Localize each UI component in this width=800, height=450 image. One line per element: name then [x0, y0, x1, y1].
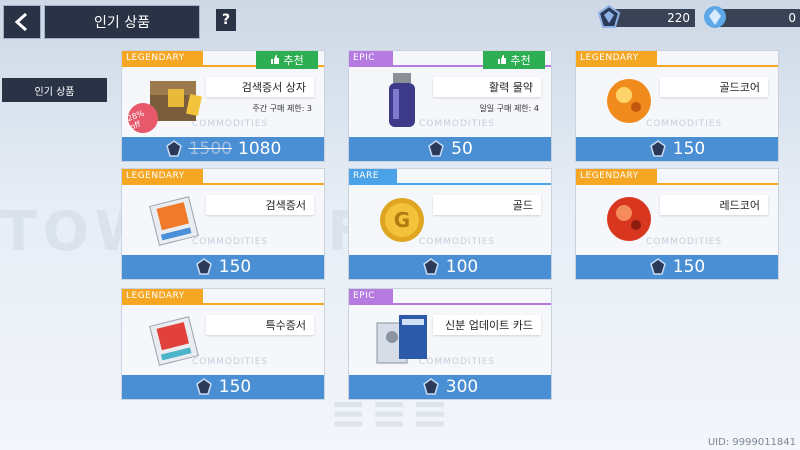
id-card-icon: [376, 315, 427, 364]
certificate-icon: [149, 196, 199, 246]
rarity-label: LEGENDARY: [122, 169, 203, 183]
shop-item-card[interactable]: RARE COMMODITIES G 골드 100: [348, 168, 552, 280]
currency-diamond: 0: [704, 6, 800, 28]
item-name: 골드: [433, 195, 541, 215]
crystal-currency-icon: [195, 378, 212, 395]
page-title: 인기 상품: [44, 5, 200, 39]
crystal-currency-icon: [649, 258, 666, 275]
shop-item-card[interactable]: EPIC COMMODITIES 추천 활력 물약 일일 구매 제한: 4 50: [348, 50, 552, 162]
potion-icon: [389, 73, 415, 127]
item-name: 검색증서: [206, 195, 314, 215]
blue-crystal-icon: [597, 4, 621, 28]
red-core-icon: [607, 197, 651, 241]
item-name: 골드코어: [660, 77, 768, 97]
rarity-label: EPIC: [349, 289, 394, 303]
price: 150: [218, 377, 252, 397]
item-name: 검색증서 상자: [206, 77, 314, 97]
rarity-label: LEGENDARY: [576, 169, 657, 183]
thumbs-up-icon: [271, 55, 280, 64]
recommend-badge: 추천: [483, 51, 545, 69]
crystal-currency-icon: [649, 140, 666, 157]
price: 150: [672, 257, 706, 277]
sale-price: 1080: [238, 139, 282, 159]
shop-item-card[interactable]: LEGENDARY COMMODITIES 특수증서 150: [121, 288, 325, 400]
original-price: 1500: [188, 139, 232, 159]
price: 100: [445, 257, 479, 277]
crystal-currency-icon: [195, 258, 212, 275]
price-bar: 150: [122, 255, 324, 279]
special-certificate-icon: [149, 316, 199, 366]
rarity-label: EPIC: [349, 51, 394, 65]
price-bar: 100: [349, 255, 551, 279]
sidebar-item-popular[interactable]: 인기 상품: [2, 78, 107, 102]
crystal-amount: 220: [667, 11, 690, 25]
price-bar: 1500 1080: [122, 137, 324, 161]
rarity-label: RARE: [349, 169, 397, 183]
price-bar: 50: [349, 137, 551, 161]
price: 50: [451, 139, 473, 159]
price: 150: [218, 257, 252, 277]
item-name: 특수증서: [206, 315, 314, 335]
crystal-currency-icon: [165, 140, 182, 157]
currency-crystal: 220: [597, 4, 695, 28]
price: 150: [672, 139, 706, 159]
item-name: 레드코어: [660, 195, 768, 215]
user-id: UID: 9999011841: [707, 437, 796, 448]
rarity-label: LEGENDARY: [122, 51, 203, 65]
item-name: 신분 업데이트 카드: [433, 315, 541, 335]
shop-item-card[interactable]: LEGENDARY COMMODITIES 추천 28% off 검색증서 상자…: [121, 50, 325, 162]
back-button[interactable]: [3, 5, 41, 39]
price-bar: 300: [349, 375, 551, 399]
gold-coin-icon: G: [380, 198, 424, 242]
sidebar-item-label: 인기 상품: [34, 86, 75, 98]
crystal-currency-icon: [428, 140, 445, 157]
help-button[interactable]: ?: [216, 9, 236, 31]
shop-item-card[interactable]: LEGENDARY COMMODITIES 검색증서 150: [121, 168, 325, 280]
rarity-label: LEGENDARY: [576, 51, 657, 65]
chevron-left-icon: [14, 12, 27, 32]
thumbs-up-icon: [498, 55, 507, 64]
shop-item-card[interactable]: LEGENDARY COMMODITIES 골드코어 150: [575, 50, 779, 162]
gold-core-icon: [607, 79, 651, 123]
price-bar: 150: [576, 255, 778, 279]
purchase-limit: 일일 구매 제한: 4: [479, 104, 539, 113]
purchase-limit: 주간 구매 제한: 3: [252, 104, 312, 113]
crystal-currency-icon: [422, 378, 439, 395]
rarity-label: LEGENDARY: [122, 289, 203, 303]
crystal-currency-icon: [422, 258, 439, 275]
svg-text:G: G: [394, 208, 410, 232]
price-bar: 150: [576, 137, 778, 161]
diamond-icon: [704, 6, 726, 28]
diamond-amount: 0: [788, 11, 796, 25]
shop-item-card[interactable]: EPIC COMMODITIES 신분 업데이트 카드 300: [348, 288, 552, 400]
recommend-badge: 추천: [256, 51, 318, 69]
price: 300: [445, 377, 479, 397]
item-name: 활력 물약: [433, 77, 541, 97]
price-bar: 150: [122, 375, 324, 399]
shop-item-card[interactable]: LEGENDARY COMMODITIES 레드코어 150: [575, 168, 779, 280]
